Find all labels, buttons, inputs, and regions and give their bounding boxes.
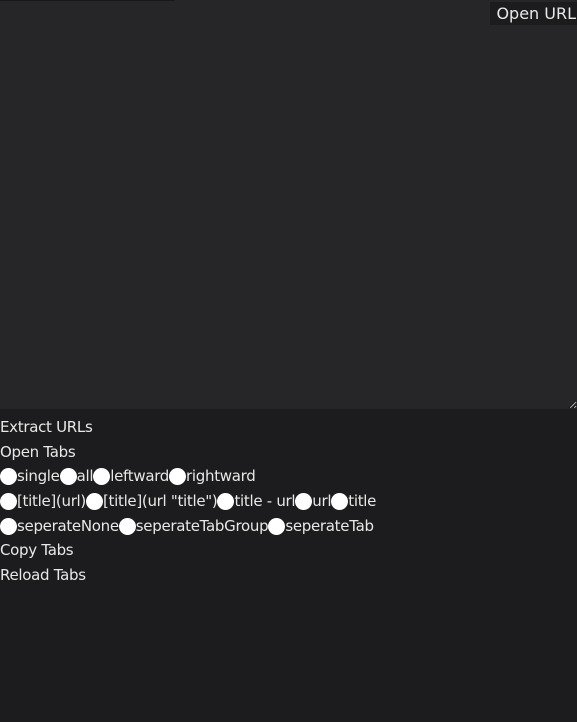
radio-label: seperateNone (17, 516, 119, 535)
radio-format-markdown-title[interactable]: [title](url "title") (85, 489, 218, 514)
top-divider (0, 0, 175, 1)
copy-tabs-button[interactable]: Copy Tabs (0, 538, 74, 563)
radio-seperate-none[interactable]: seperateNone (0, 514, 119, 539)
radio-icon[interactable] (169, 468, 187, 486)
radio-icon[interactable] (268, 517, 286, 535)
radio-rightward[interactable]: rightward (169, 464, 256, 489)
radio-icon[interactable] (0, 517, 17, 535)
radio-icon[interactable] (118, 517, 136, 535)
radio-label: title (348, 492, 377, 511)
radio-label: seperateTabGroup (135, 516, 269, 535)
radio-icon[interactable] (0, 492, 17, 510)
radio-format-title[interactable]: title (331, 489, 376, 514)
radio-all[interactable]: all (59, 464, 94, 489)
format-radio-group: [title](url) [title](url "title") title … (0, 489, 577, 514)
radio-label: title - url (234, 492, 296, 511)
controls-panel: Extract URLs Open Tabs single all leftwa… (0, 415, 577, 588)
open-url-button[interactable]: Open URL (490, 2, 577, 25)
radio-leftward[interactable]: leftward (93, 464, 169, 489)
radio-icon[interactable] (0, 468, 17, 486)
url-textarea[interactable] (0, 0, 577, 409)
radio-label: [title](url "title") (102, 492, 218, 511)
radio-label: rightward (186, 467, 256, 486)
scope-radio-group: single all leftward rightward (0, 464, 577, 489)
radio-icon[interactable] (93, 468, 111, 486)
radio-seperate-tab[interactable]: seperateTab (268, 514, 374, 539)
radio-format-title-url[interactable]: title - url (217, 489, 296, 514)
radio-label: url (312, 492, 332, 511)
open-tabs-button[interactable]: Open Tabs (0, 440, 76, 465)
radio-format-url[interactable]: url (295, 489, 332, 514)
radio-seperate-tab-group[interactable]: seperateTabGroup (118, 514, 269, 539)
radio-label: all (76, 467, 94, 486)
radio-single[interactable]: single (0, 464, 60, 489)
radio-icon[interactable] (59, 468, 77, 486)
radio-label: [title](url) (17, 492, 86, 511)
radio-label: single (17, 467, 60, 486)
separate-radio-group: seperateNone seperateTabGroup seperateTa… (0, 514, 577, 539)
reload-tabs-button[interactable]: Reload Tabs (0, 563, 86, 588)
radio-label: seperateTab (285, 516, 374, 535)
radio-icon[interactable] (331, 492, 349, 510)
radio-icon[interactable] (217, 492, 235, 510)
radio-label: leftward (110, 467, 170, 486)
radio-icon[interactable] (295, 492, 313, 510)
extract-urls-button[interactable]: Extract URLs (0, 415, 93, 440)
radio-icon[interactable] (85, 492, 103, 510)
radio-format-markdown[interactable]: [title](url) (0, 489, 86, 514)
